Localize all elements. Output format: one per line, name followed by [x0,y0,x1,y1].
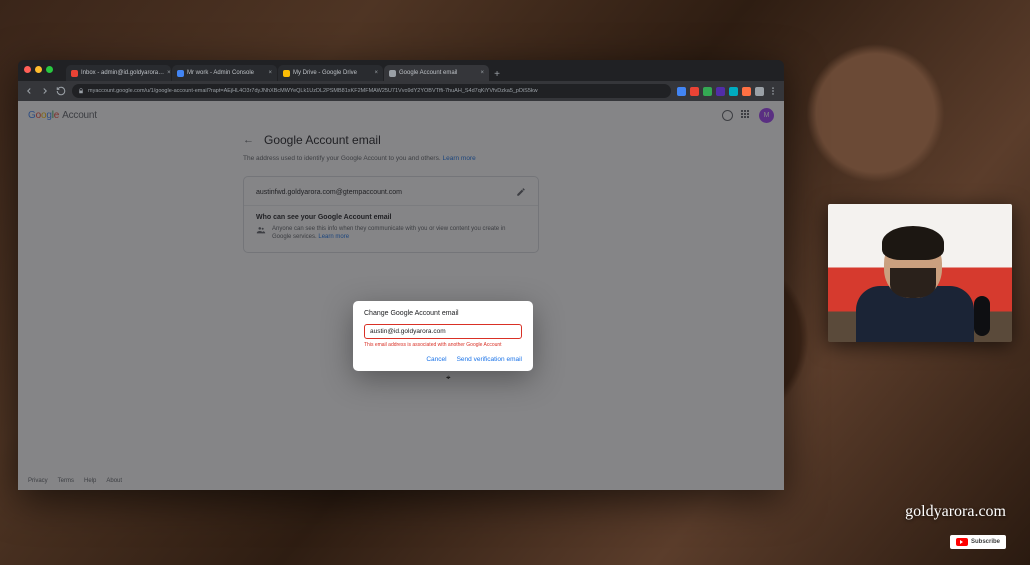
browser-tab[interactable]: Mr work - Admin Console × [172,65,277,81]
browser-menu-button[interactable] [768,86,778,96]
tab-label: Mr work - Admin Console [187,70,254,76]
forward-button[interactable] [40,86,50,96]
cancel-button[interactable]: Cancel [426,356,446,363]
favicon-icon [177,70,184,77]
close-tab-icon[interactable]: × [374,70,378,76]
subscribe-label: Subscribe [971,539,1000,545]
dialog-error-text: This email address is associated with an… [364,342,522,348]
tab-label: Inbox - admin@id.goldyarora… [81,70,164,76]
favicon-icon [283,70,290,77]
close-tab-icon[interactable]: × [480,70,484,76]
modal-scrim[interactable] [18,101,784,490]
tab-strip: Inbox - admin@id.goldyarora… × Mr work -… [66,63,778,81]
extensions-area [677,86,778,96]
extension-icon[interactable] [703,87,712,96]
minimize-window-button[interactable] [35,66,42,73]
favicon-icon [71,70,78,77]
window-controls[interactable] [24,66,53,73]
favicon-icon [389,70,396,77]
reload-button[interactable] [56,86,66,96]
back-button[interactable] [24,86,34,96]
address-bar[interactable]: myaccount.google.com/u/1/google-account-… [72,84,671,98]
browser-tab[interactable]: My Drive - Google Drive × [278,65,383,81]
youtube-icon [956,538,968,546]
lock-icon [78,88,84,94]
desktop-background: Inbox - admin@id.goldyarora… × Mr work -… [0,0,1030,565]
new-tab-button[interactable]: + [490,67,504,81]
close-tab-icon[interactable]: × [268,70,272,76]
close-window-button[interactable] [24,66,31,73]
zoom-window-button[interactable] [46,66,53,73]
extension-icon[interactable] [690,87,699,96]
page-viewport: GoogleAccount M ← Google Account email T… [18,101,784,490]
dialog-title: Change Google Account email [364,310,522,317]
microphone-icon [974,296,990,336]
tab-label: Google Account email [399,70,457,76]
extension-icon[interactable] [716,87,725,96]
close-tab-icon[interactable]: × [167,70,171,76]
browser-window: Inbox - admin@id.goldyarora… × Mr work -… [18,60,784,490]
extension-icon[interactable] [729,87,738,96]
extension-icon[interactable] [755,87,764,96]
extension-icon[interactable] [742,87,751,96]
presenter-figure [854,226,974,342]
send-verification-button[interactable]: Send verification email [457,356,522,363]
subscribe-badge[interactable]: Subscribe [950,535,1006,549]
change-email-dialog: Change Google Account email This email a… [353,301,533,371]
browser-toolbar: myaccount.google.com/u/1/google-account-… [18,81,784,101]
browser-tab-active[interactable]: Google Account email × [384,65,489,81]
watermark-text: goldyarora.com [905,503,1006,521]
browser-tab[interactable]: Inbox - admin@id.goldyarora… × [66,65,171,81]
tab-label: My Drive - Google Drive [293,70,357,76]
new-email-input[interactable] [364,324,522,339]
webcam-overlay [828,204,1012,342]
extension-icon[interactable] [677,87,686,96]
url-text: myaccount.google.com/u/1/google-account-… [88,88,538,94]
